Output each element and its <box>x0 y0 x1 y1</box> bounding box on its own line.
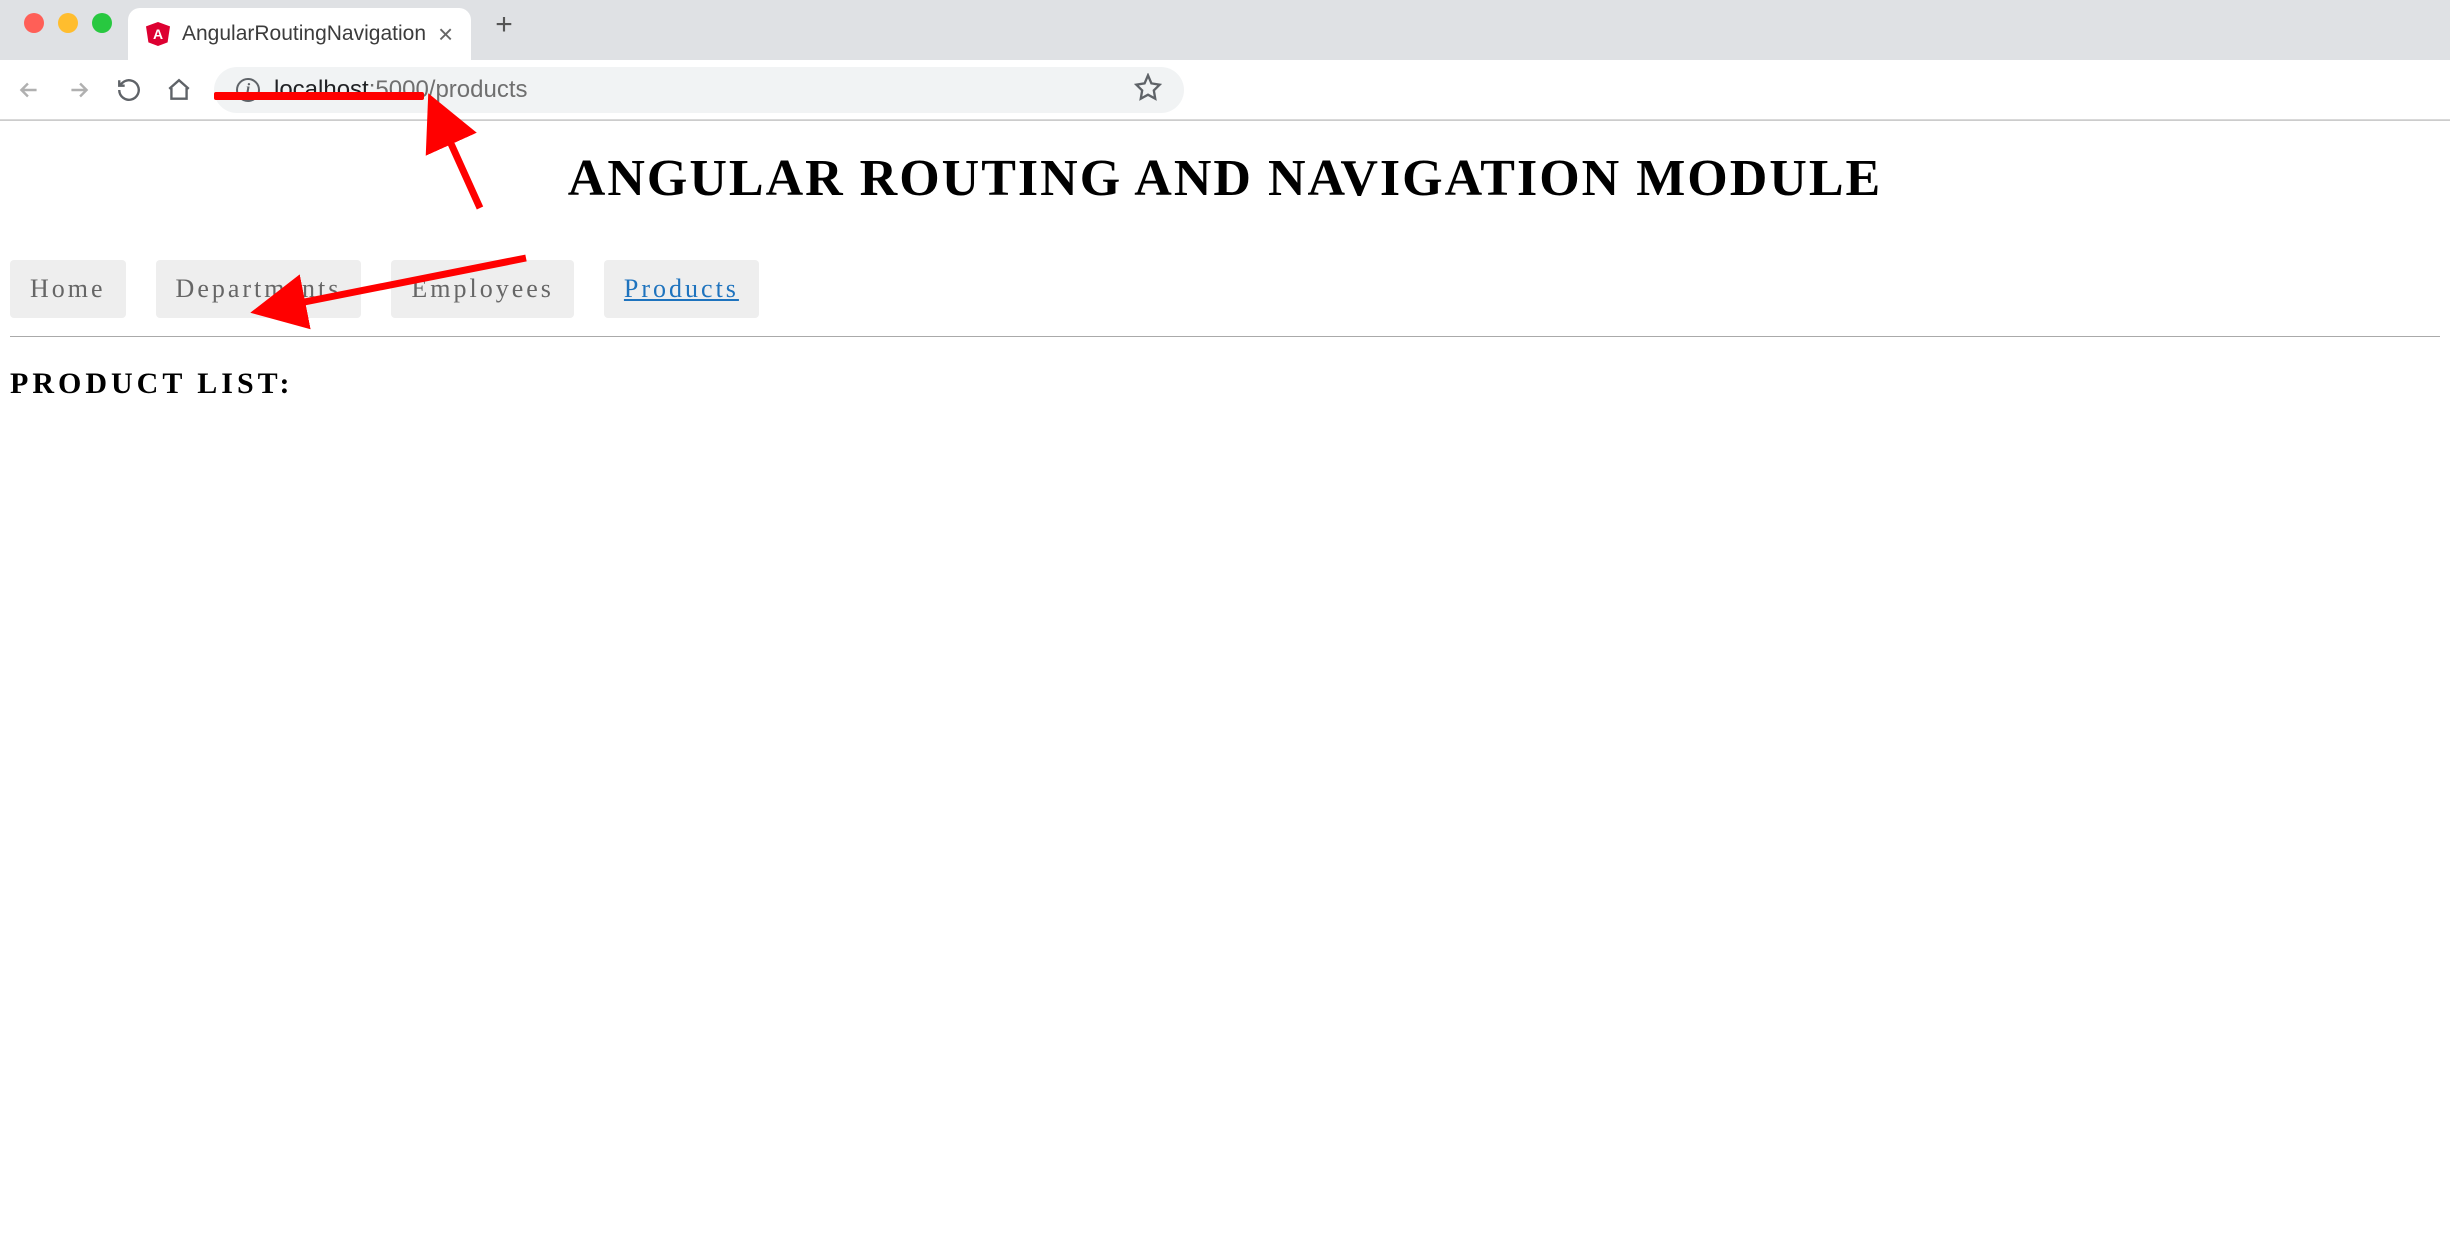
close-tab-icon[interactable]: × <box>438 21 453 47</box>
nav-link-home[interactable]: Home <box>10 260 126 318</box>
nav-link-products[interactable]: Products <box>604 260 759 318</box>
angular-icon <box>146 22 170 46</box>
tab-title: AngularRoutingNavigation <box>182 22 426 46</box>
browser-tab[interactable]: AngularRoutingNavigation × <box>128 8 471 60</box>
new-tab-button[interactable]: + <box>471 10 537 50</box>
browser-toolbar: i localhost:5000/products <box>0 60 2450 120</box>
maximize-window-button[interactable] <box>92 13 112 33</box>
window-controls <box>14 13 128 47</box>
section-heading: PRODUCT LIST: <box>10 367 2440 401</box>
nav-link-departments[interactable]: Departments <box>156 260 362 318</box>
reload-button[interactable] <box>114 75 144 105</box>
minimize-window-button[interactable] <box>58 13 78 33</box>
page-content: ANGULAR ROUTING AND NAVIGATION MODULE Ho… <box>0 121 2450 401</box>
site-info-icon[interactable]: i <box>236 78 260 102</box>
divider <box>10 336 2440 337</box>
home-button[interactable] <box>164 75 194 105</box>
url-host: localhost <box>274 76 369 103</box>
url-path: :5000/products <box>369 76 528 103</box>
back-button[interactable] <box>14 75 44 105</box>
close-window-button[interactable] <box>24 13 44 33</box>
address-bar[interactable]: i localhost:5000/products <box>214 67 1184 113</box>
tab-bar: AngularRoutingNavigation × + <box>0 0 2450 60</box>
page-title: ANGULAR ROUTING AND NAVIGATION MODULE <box>10 149 2440 208</box>
browser-chrome: AngularRoutingNavigation × + i localhost… <box>0 0 2450 121</box>
nav-link-employees[interactable]: Employees <box>391 260 574 318</box>
forward-button[interactable] <box>64 75 94 105</box>
bookmark-icon[interactable] <box>1134 73 1162 106</box>
url-text: localhost:5000/products <box>274 76 1120 104</box>
nav-links: Home Departments Employees Products <box>10 260 2440 318</box>
